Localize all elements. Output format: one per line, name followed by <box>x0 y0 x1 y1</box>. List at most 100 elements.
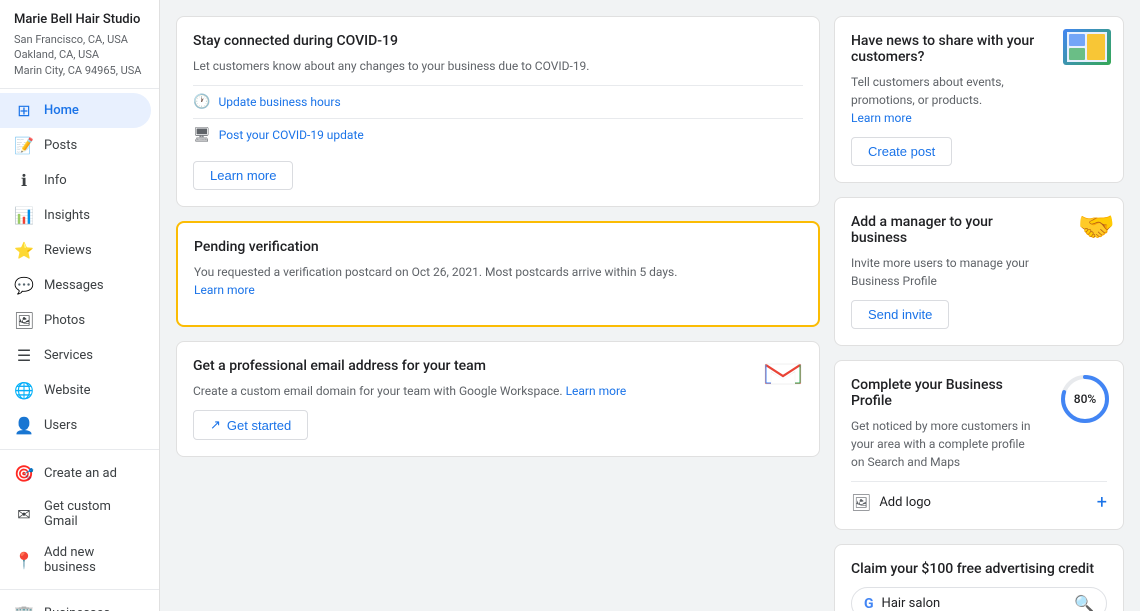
sidebar-divider-2 <box>0 589 159 590</box>
manager-card-desc: Invite more users to manage your Busines… <box>851 254 1047 290</box>
post-update-link[interactable]: 🖥 Post your COVID-19 update <box>193 118 803 151</box>
send-invite-button[interactable]: Send invite <box>851 300 949 329</box>
sidebar: Marie Bell Hair Studio San Francisco, CA… <box>0 0 160 611</box>
info-icon: ℹ <box>14 171 34 190</box>
left-column: Stay connected during COVID-19 Let custo… <box>176 16 820 595</box>
progress-percent: 80% <box>1074 392 1096 406</box>
add-business-icon: 📍 <box>14 551 34 570</box>
claim-card: Claim your $100 free advertising credit … <box>834 544 1124 611</box>
pending-card: Pending verification You requested a ver… <box>176 221 820 327</box>
sidebar-item-users[interactable]: 👤 Users <box>0 408 151 443</box>
profile-card-title: Complete your Business Profile <box>851 377 1037 409</box>
users-icon: 👤 <box>14 416 34 435</box>
sidebar-item-label: Home <box>44 103 79 118</box>
news-card-desc: Tell customers about events, promotions,… <box>851 73 1047 127</box>
insights-icon: 📊 <box>14 206 34 225</box>
add-logo-row[interactable]: 🖼 Add logo + <box>851 481 1107 513</box>
sidebar-item-custom-gmail[interactable]: ✉ Get custom Gmail <box>0 491 159 537</box>
main-content: Stay connected during COVID-19 Let custo… <box>160 0 1140 611</box>
messages-icon: 💬 <box>14 276 34 295</box>
sidebar-item-add-business[interactable]: 📍 Add new business <box>0 537 159 583</box>
sidebar-item-reviews[interactable]: ⭐ Reviews <box>0 233 151 268</box>
business-name: Marie Bell Hair Studio <box>14 12 145 29</box>
gmail-icon: ✉ <box>14 505 34 524</box>
business-info: Marie Bell Hair Studio San Francisco, CA… <box>0 0 159 89</box>
pending-card-desc: You requested a verification postcard on… <box>194 263 802 299</box>
manager-illustration: 🤝 <box>1078 210 1115 245</box>
sidebar-item-insights[interactable]: 📊 Insights <box>0 198 151 233</box>
search-icon: 🔍 <box>1074 594 1094 611</box>
sidebar-item-label: Add new business <box>44 545 145 575</box>
covid-card: Stay connected during COVID-19 Let custo… <box>176 16 820 207</box>
sidebar-item-businesses[interactable]: 🏢 Businesses <box>0 596 159 611</box>
sidebar-item-label: Services <box>44 348 93 363</box>
sidebar-item-services[interactable]: ☰ Services <box>0 338 151 373</box>
profile-card-desc: Get noticed by more customers in your ar… <box>851 417 1037 471</box>
get-started-icon: ↗ <box>210 417 221 433</box>
gmail-logo <box>763 358 803 390</box>
website-icon: 🌐 <box>14 381 34 400</box>
add-logo-icon: 🖼 <box>851 493 871 512</box>
sidebar-item-label: Get custom Gmail <box>44 499 145 529</box>
right-column: Have news to share with your customers? … <box>834 16 1124 595</box>
gmail-card-title: Get a professional email address for you… <box>193 358 753 374</box>
progress-ring: 80% <box>1059 373 1111 425</box>
covid-learn-more-button[interactable]: Learn more <box>193 161 293 190</box>
photos-icon: 🖼 <box>14 311 34 330</box>
sidebar-item-label: Messages <box>44 278 104 293</box>
update-hours-label: Update business hours <box>218 95 340 109</box>
post-update-label: Post your COVID-19 update <box>219 128 364 142</box>
pending-card-title: Pending verification <box>194 239 802 255</box>
gmail-learn-more-link[interactable]: Learn more <box>566 384 627 398</box>
address-line1: San Francisco, CA, USA <box>14 33 128 46</box>
businesses-icon: 🏢 <box>14 604 34 611</box>
sidebar-nav: ⊞ Home 📝 Posts ℹ Info 📊 Insights ⭐ Revie… <box>0 89 159 611</box>
sidebar-item-create-ad[interactable]: 🎯 Create an ad <box>0 456 159 491</box>
create-ad-icon: 🎯 <box>14 464 34 483</box>
address-line3: Marin City, CA 94965, USA <box>14 64 141 77</box>
sidebar-item-photos[interactable]: 🖼 Photos <box>0 303 151 338</box>
sidebar-item-info[interactable]: ℹ Info <box>0 163 151 198</box>
plus-icon: + <box>1097 492 1107 513</box>
update-hours-link[interactable]: 🕐 Update business hours <box>193 85 803 118</box>
gmail-card: Get a professional email address for you… <box>176 341 820 457</box>
pending-learn-more-link[interactable]: Learn more <box>194 283 255 297</box>
manager-card: Add a manager to your business Invite mo… <box>834 197 1124 346</box>
sidebar-item-label: Photos <box>44 313 85 328</box>
sidebar-item-home[interactable]: ⊞ Home <box>0 93 151 128</box>
add-logo-label: Add logo <box>879 495 931 510</box>
address-line2: Oakland, CA, USA <box>14 48 99 61</box>
sidebar-item-label: Users <box>44 418 77 433</box>
sidebar-item-label: Insights <box>44 208 90 223</box>
reviews-icon: ⭐ <box>14 241 34 260</box>
posts-icon: 📝 <box>14 136 34 155</box>
sidebar-item-label: Info <box>44 173 67 188</box>
sidebar-item-label: Website <box>44 383 91 398</box>
search-box: G Hair salon 🔍 <box>851 587 1107 611</box>
sidebar-item-website[interactable]: 🌐 Website <box>0 373 151 408</box>
sidebar-item-label: Posts <box>44 138 77 153</box>
sidebar-item-posts[interactable]: 📝 Posts <box>0 128 151 163</box>
profile-card: Complete your Business Profile Get notic… <box>834 360 1124 530</box>
news-learn-more-link[interactable]: Learn more <box>851 111 912 125</box>
covid-card-title: Stay connected during COVID-19 <box>193 33 803 49</box>
sidebar-item-label: Create an ad <box>44 466 117 481</box>
search-query: Hair salon <box>882 596 1067 611</box>
gmail-card-desc: Create a custom email domain for your te… <box>193 382 753 400</box>
sidebar-divider <box>0 449 159 450</box>
sidebar-item-label: Businesses <box>44 606 110 611</box>
sidebar-item-label: Reviews <box>44 243 92 258</box>
news-card-title: Have news to share with your customers? <box>851 33 1047 65</box>
clock-icon: 🕐 <box>193 94 210 110</box>
create-post-button[interactable]: Create post <box>851 137 952 166</box>
news-card: Have news to share with your customers? … <box>834 16 1124 183</box>
claim-card-title: Claim your $100 free advertising credit <box>851 561 1107 577</box>
home-icon: ⊞ <box>14 101 34 120</box>
sidebar-item-messages[interactable]: 💬 Messages <box>0 268 151 303</box>
covid-card-desc: Let customers know about any changes to … <box>193 57 803 75</box>
google-g-logo: G <box>864 596 874 611</box>
get-started-button[interactable]: ↗ Get started <box>193 410 308 440</box>
news-image <box>1063 29 1111 65</box>
manager-card-title: Add a manager to your business <box>851 214 1047 246</box>
services-icon: ☰ <box>14 346 34 365</box>
